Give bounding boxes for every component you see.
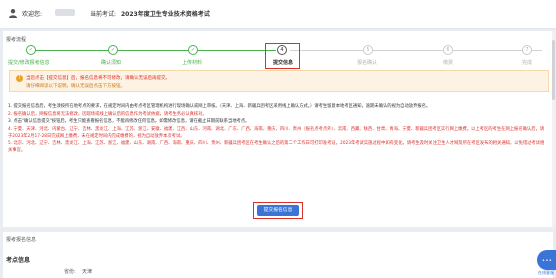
- step-3-label[interactable]: 上传材料: [182, 59, 202, 66]
- notice-item-4: 4. 宁夏、天津、河北、内蒙古、辽宁、吉林、黑龙江、上海、江苏、浙江、安徽、福建…: [8, 127, 545, 139]
- province-label: 省份:: [64, 269, 76, 275]
- scrollbar-thumb[interactable]: [552, 40, 555, 100]
- alert-line-1: 当您点击【提交信息】后，报名信息将不可修改，请确认无误后再提交。: [26, 76, 170, 81]
- info-section-title: 报考报名信息: [6, 237, 37, 243]
- chat-label[interactable]: 在线客服: [538, 270, 554, 276]
- notice-item-2: 2. 报名确认后，网报信息将无法修改，因现场或线上确认后的信息作为考试依据，请考…: [8, 111, 207, 117]
- top-bar: 欢迎您: 当前考试: 2023年度卫生专业技术资格考试: [0, 0, 556, 29]
- warning-alert: ! 当您点击【提交信息】后，报名信息将不可修改，请确认无误后再提交。 请仔细阅读…: [9, 70, 549, 92]
- step-6-number: 6: [443, 45, 453, 55]
- step-1-check-icon: ✓: [26, 45, 36, 55]
- step-4-number: 4: [277, 45, 287, 55]
- step-2-check-icon: ✓: [108, 45, 118, 55]
- current-exam-name: 2023年度卫生专业技术资格考试: [121, 11, 210, 18]
- chat-icon: •••: [542, 258, 553, 264]
- warning-icon: !: [16, 75, 23, 82]
- exam-site-title: 考点信息: [6, 257, 31, 264]
- user-name-redacted: [55, 9, 75, 16]
- progress-line-complete: [28, 50, 276, 51]
- step-7-number: 7: [522, 45, 532, 55]
- welcome-label: 欢迎您:: [22, 11, 43, 18]
- province-value: 天津: [82, 269, 93, 275]
- alert-line-2: 请仔细阅读以下说明，确认无误后点击下方按钮。: [26, 84, 125, 89]
- current-exam-label: 当前考试:: [90, 11, 117, 18]
- step-2-label[interactable]: 确认须知: [101, 59, 121, 66]
- step-1-label[interactable]: 提交/修改报考信息: [8, 59, 50, 66]
- notice-item-1: 1. 提交报名信息后，考生须按所在地考点的要求，在规定时间内由考点考区管理机构进…: [8, 104, 431, 109]
- step-6-label[interactable]: 缴费: [443, 59, 453, 66]
- notice-text: 1. 提交报名信息后，考生须按所在地考点的要求，在规定时间内由考点考区管理机构进…: [8, 104, 548, 155]
- step-3-check-icon: ✓: [188, 45, 198, 55]
- step-7-label[interactable]: 完成: [522, 59, 532, 66]
- step-5-number: 5: [363, 45, 373, 55]
- chat-button[interactable]: •••: [537, 250, 556, 270]
- notice-item-5: 5. 北京、河北、辽宁、吉林、黑龙江、上海、江苏、浙江、福建、山东、湖南、广西、…: [8, 141, 545, 153]
- step-4-label[interactable]: 提交信息: [273, 59, 293, 66]
- user-icon: [9, 9, 17, 18]
- progress-line-pending: [290, 50, 542, 51]
- notice-item-3: 3. 点击"确认信息提交"按钮后，考生只能查看报名信息，不能再修改任何信息。如需…: [8, 119, 250, 125]
- step-5-label[interactable]: 报名确认: [357, 59, 377, 66]
- submit-info-button[interactable]: 提交报名信息: [257, 205, 299, 216]
- process-title: 报考流程: [6, 37, 27, 43]
